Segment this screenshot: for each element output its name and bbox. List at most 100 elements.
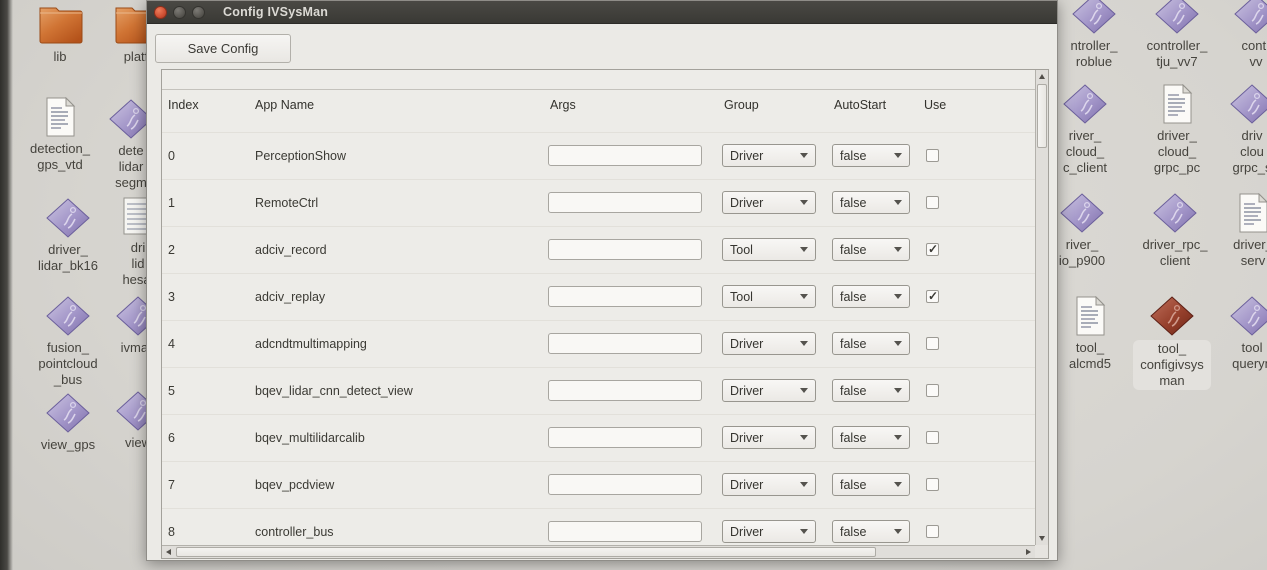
args-input[interactable] bbox=[548, 286, 702, 307]
header-group: Group bbox=[724, 98, 759, 112]
group-select[interactable]: Tool bbox=[722, 285, 816, 308]
group-select-value: Driver bbox=[730, 384, 763, 398]
group-select-value: Driver bbox=[730, 431, 763, 445]
dropdown-arrow-icon bbox=[894, 153, 902, 158]
use-checkbox[interactable] bbox=[926, 243, 939, 256]
group-select[interactable]: Driver bbox=[722, 520, 816, 543]
scroll-up-icon[interactable] bbox=[1036, 70, 1048, 83]
autostart-select-value: false bbox=[840, 478, 866, 492]
dropdown-arrow-icon bbox=[800, 153, 808, 158]
header-index: Index bbox=[168, 98, 199, 112]
group-select[interactable]: Driver bbox=[722, 473, 816, 496]
icon-label: dete bbox=[118, 143, 143, 159]
minimize-icon[interactable] bbox=[173, 6, 186, 19]
autostart-select[interactable]: false bbox=[832, 426, 910, 449]
autostart-select[interactable]: false bbox=[832, 473, 910, 496]
args-input[interactable] bbox=[548, 521, 702, 542]
icon-label: dri bbox=[131, 240, 145, 256]
config-window: Config IVSysMan Save Config Index App Na… bbox=[146, 0, 1058, 561]
maximize-icon[interactable] bbox=[192, 6, 205, 19]
group-select[interactable]: Driver bbox=[722, 191, 816, 214]
window-titlebar[interactable]: Config IVSysMan bbox=[147, 1, 1057, 24]
icon-label-block: river_cloud_c_client bbox=[1063, 128, 1107, 176]
group-select[interactable]: Driver bbox=[722, 144, 816, 167]
icon-label: controller_ bbox=[1147, 38, 1208, 54]
vertical-scrollbar[interactable] bbox=[1035, 70, 1048, 545]
autostart-select[interactable]: false bbox=[832, 379, 910, 402]
table-row: 1 RemoteCtrl Driver false bbox=[162, 179, 1035, 227]
autostart-select[interactable]: false bbox=[832, 332, 910, 355]
row-index: 5 bbox=[168, 384, 228, 398]
dropdown-arrow-icon bbox=[894, 435, 902, 440]
table-row: 4 adcndtmultimapping Driver false bbox=[162, 320, 1035, 368]
row-index: 7 bbox=[168, 478, 228, 492]
scroll-right-icon[interactable] bbox=[1022, 546, 1035, 558]
dropdown-arrow-icon bbox=[894, 529, 902, 534]
use-checkbox[interactable] bbox=[926, 525, 939, 538]
icon-label: river_ bbox=[1066, 237, 1099, 253]
close-icon[interactable] bbox=[154, 6, 167, 19]
autostart-select-value: false bbox=[840, 431, 866, 445]
args-input[interactable] bbox=[548, 192, 702, 213]
icon-label-block: river_io_p900 bbox=[1059, 237, 1105, 269]
icon-label: client bbox=[1160, 253, 1190, 269]
use-checkbox[interactable] bbox=[926, 478, 939, 491]
use-checkbox[interactable] bbox=[926, 431, 939, 444]
autostart-select[interactable]: false bbox=[832, 144, 910, 167]
dropdown-arrow-icon bbox=[800, 341, 808, 346]
autostart-select[interactable]: false bbox=[832, 285, 910, 308]
row-index: 6 bbox=[168, 431, 228, 445]
use-checkbox[interactable] bbox=[926, 290, 939, 303]
scrollbar-corner bbox=[1035, 545, 1048, 558]
dropdown-arrow-icon bbox=[800, 435, 808, 440]
save-config-button[interactable]: Save Config bbox=[155, 34, 291, 63]
row-app-name: controller_bus bbox=[255, 525, 540, 539]
horizontal-scrollbar[interactable] bbox=[162, 545, 1035, 558]
group-select[interactable]: Tool bbox=[722, 238, 816, 261]
args-input[interactable] bbox=[548, 333, 702, 354]
autostart-select[interactable]: false bbox=[832, 238, 910, 261]
vertical-scroll-thumb[interactable] bbox=[1037, 84, 1047, 148]
header-use: Use bbox=[924, 98, 946, 112]
args-input[interactable] bbox=[548, 474, 702, 495]
icon-label: io_p900 bbox=[1059, 253, 1105, 269]
row-index: 8 bbox=[168, 525, 228, 539]
icon-label: cloud_ bbox=[1066, 144, 1104, 160]
row-index: 3 bbox=[168, 290, 228, 304]
icon-label-block: lib bbox=[53, 49, 66, 65]
group-select-value: Tool bbox=[730, 290, 753, 304]
icon-label-block: toolqueryn bbox=[1232, 340, 1267, 372]
autostart-select[interactable]: false bbox=[832, 191, 910, 214]
icon-label-block: contrvv bbox=[1242, 38, 1267, 70]
icon-label: cloud_ bbox=[1158, 144, 1196, 160]
scroll-down-icon[interactable] bbox=[1036, 532, 1048, 545]
group-select-value: Driver bbox=[730, 337, 763, 351]
use-checkbox[interactable] bbox=[926, 196, 939, 209]
icon-label: lid bbox=[131, 256, 144, 272]
autostart-select[interactable]: false bbox=[832, 520, 910, 543]
icon-label-block: controller_tju_vv7 bbox=[1147, 38, 1208, 70]
folder-icon bbox=[37, 5, 83, 45]
icon-label: lib bbox=[53, 49, 66, 65]
row-index: 4 bbox=[168, 337, 228, 351]
icon-label: alcmd5 bbox=[1069, 356, 1111, 372]
group-select[interactable]: Driver bbox=[722, 379, 816, 402]
desktop-icon[interactable]: driver_serv bbox=[1198, 193, 1267, 269]
scroll-left-icon[interactable] bbox=[162, 546, 175, 558]
use-checkbox[interactable] bbox=[926, 337, 939, 350]
group-select[interactable]: Driver bbox=[722, 426, 816, 449]
horizontal-scroll-thumb[interactable] bbox=[176, 547, 876, 557]
args-input[interactable] bbox=[548, 239, 702, 260]
args-input[interactable] bbox=[548, 380, 702, 401]
use-checkbox[interactable] bbox=[926, 384, 939, 397]
desktop-icon[interactable]: toolqueryn bbox=[1197, 296, 1267, 372]
icon-label-block: detelidarsegm bbox=[115, 143, 147, 191]
args-input[interactable] bbox=[548, 427, 702, 448]
group-select[interactable]: Driver bbox=[722, 332, 816, 355]
icon-label: tju_vv7 bbox=[1156, 54, 1197, 70]
args-input[interactable] bbox=[548, 145, 702, 166]
icon-label: contr bbox=[1242, 38, 1267, 54]
desktop-icon[interactable]: contrvv bbox=[1201, 0, 1267, 70]
desktop-icon[interactable]: drivclougrpc_s bbox=[1197, 84, 1267, 176]
use-checkbox[interactable] bbox=[926, 149, 939, 162]
